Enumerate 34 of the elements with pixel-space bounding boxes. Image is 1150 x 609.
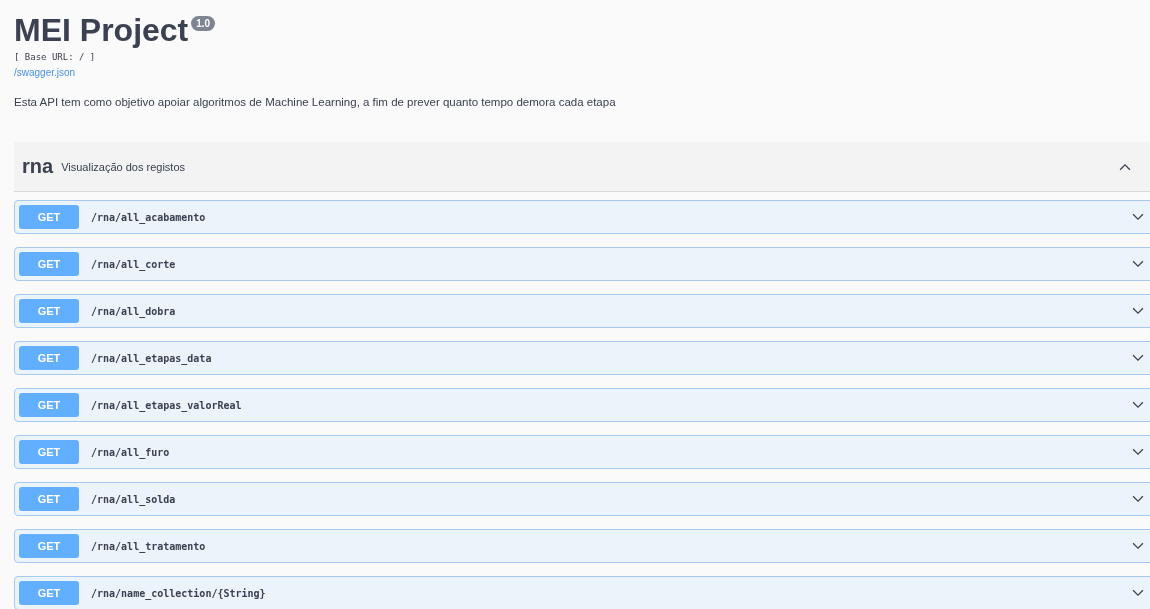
method-badge: GET xyxy=(19,346,79,370)
operation-row[interactable]: GET /rna/all_tratamento xyxy=(14,529,1150,563)
operation-row[interactable]: GET /rna/all_furo xyxy=(14,435,1150,469)
method-badge: GET xyxy=(19,205,79,229)
method-badge: GET xyxy=(19,393,79,417)
method-badge: GET xyxy=(19,487,79,511)
endpoint-path: /rna/all_dobra xyxy=(91,305,177,317)
tag-description: Visualização dos registos xyxy=(61,160,187,173)
operation-row[interactable]: GET /rna/all_dobra xyxy=(14,294,1150,328)
tag-name: rna xyxy=(22,155,54,178)
endpoint-path: /rna/all_solda xyxy=(91,493,177,505)
endpoint-path: /rna/all_acabamento xyxy=(91,211,207,223)
endpoint-path: /rna/all_furo xyxy=(91,446,171,458)
tag-header[interactable]: rna Visualização dos registos xyxy=(14,142,1150,192)
method-badge: GET xyxy=(19,252,79,276)
method-badge: GET xyxy=(19,534,79,558)
endpoint-path: /rna/all_corte xyxy=(91,258,177,270)
operation-row[interactable]: GET /rna/name_collection/{String} xyxy=(14,576,1150,609)
operation-row[interactable]: GET /rna/all_acabamento xyxy=(14,200,1150,234)
endpoint-path: /rna/all_etapas_valorReal xyxy=(91,399,243,411)
endpoint-path: /rna/all_tratamento xyxy=(91,540,207,552)
method-badge: GET xyxy=(19,440,79,464)
operation-row[interactable]: GET /rna/all_corte xyxy=(14,247,1150,281)
api-description: Esta API tem como objetivo apoiar algoritmos de Machine Learning, a fim de prever quanto tempo demora cada etapa xyxy=(14,96,617,108)
endpoint-path: /rna/name_collection/{String} xyxy=(91,587,267,599)
operation-row[interactable]: GET /rna/all_solda xyxy=(14,482,1150,516)
version-badge: 1.0 xyxy=(191,16,216,31)
api-title: MEI Project xyxy=(14,11,189,50)
method-badge: GET xyxy=(19,581,79,605)
method-badge: GET xyxy=(19,299,79,323)
endpoint-path: /rna/all_etapas_data xyxy=(91,352,213,364)
base-url: [ Base URL: / ] xyxy=(14,52,97,62)
operation-row[interactable]: GET /rna/all_etapas_data xyxy=(14,341,1150,375)
operation-row[interactable]: GET /rna/all_etapas_valorReal xyxy=(14,388,1150,422)
